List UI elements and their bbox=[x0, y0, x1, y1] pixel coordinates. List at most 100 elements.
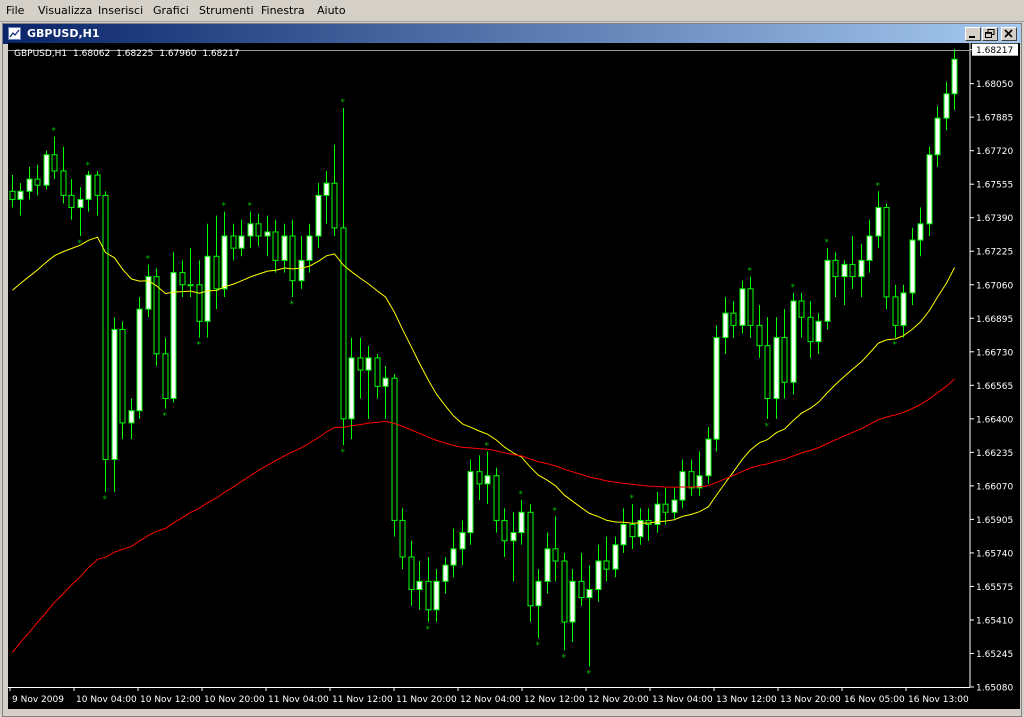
candle-body bbox=[552, 548, 559, 562]
ohlc-high: 1.68225 bbox=[116, 49, 154, 59]
candle-body bbox=[603, 560, 610, 570]
menu-grafici[interactable]: Grafici bbox=[153, 4, 189, 18]
menu-aiuto[interactable]: Aiuto bbox=[317, 4, 346, 18]
candle-body bbox=[323, 182, 330, 196]
candle-body bbox=[612, 544, 619, 570]
candle-body bbox=[281, 235, 288, 261]
menu-file[interactable]: File bbox=[6, 4, 24, 18]
y-tick-label: 1.67885 bbox=[976, 114, 1013, 124]
candle-body bbox=[662, 503, 669, 513]
candle-body bbox=[315, 194, 322, 237]
restore-button[interactable] bbox=[982, 27, 998, 41]
candle-body bbox=[484, 475, 491, 485]
candle-body bbox=[459, 532, 466, 550]
candle-body bbox=[578, 580, 585, 599]
fractal-up-marker: * bbox=[146, 254, 151, 264]
candle-body bbox=[450, 548, 457, 566]
y-tick-label: 1.65080 bbox=[976, 684, 1013, 694]
candle-body bbox=[951, 58, 958, 95]
ohlc-open: 1.68062 bbox=[73, 49, 111, 59]
price-chart[interactable]: 1.68217 1.68050 1.67885 1.67720 1.67555 1.673… bbox=[8, 43, 1020, 709]
candle-body bbox=[221, 235, 228, 290]
candle-body bbox=[892, 296, 899, 326]
candle-body bbox=[399, 519, 406, 558]
y-tick-label: 1.66400 bbox=[976, 415, 1013, 425]
candle-body bbox=[620, 523, 627, 546]
x-tick-label: 11 Nov 04:00 bbox=[268, 695, 329, 705]
candle-body bbox=[238, 235, 245, 249]
candle-body bbox=[331, 182, 338, 229]
candle-body bbox=[535, 580, 542, 607]
fractal-down-marker: * bbox=[765, 422, 770, 432]
candle-body bbox=[196, 284, 203, 322]
candle-body bbox=[306, 235, 313, 261]
candle-body bbox=[255, 223, 262, 237]
x-tick-label: 13 Nov 12:00 bbox=[716, 695, 777, 705]
y-tick-label: 1.65905 bbox=[976, 516, 1013, 526]
candle-body bbox=[408, 556, 415, 590]
candle-body bbox=[722, 312, 729, 339]
candle-body bbox=[357, 357, 364, 371]
candle-body bbox=[790, 300, 797, 383]
candle-body bbox=[561, 560, 568, 623]
window-titlebar[interactable]: GBPUSD,H1 bbox=[3, 24, 1021, 44]
candle-body bbox=[94, 174, 101, 196]
candle-body bbox=[544, 548, 551, 582]
menu-inserisci[interactable]: Inserisci bbox=[98, 4, 143, 18]
fractal-up-marker: * bbox=[876, 181, 881, 191]
y-tick-label: 1.67060 bbox=[976, 281, 1013, 291]
candle-body bbox=[17, 190, 24, 200]
candle-body bbox=[705, 438, 712, 477]
menu-finestra[interactable]: Finestra bbox=[261, 4, 305, 18]
ohlc-close: 1.68217 bbox=[202, 49, 240, 59]
y-tick-label: 1.67555 bbox=[976, 181, 1013, 191]
fractal-down-marker: * bbox=[290, 300, 295, 310]
x-tick-label: 10 Nov 12:00 bbox=[140, 695, 201, 705]
candle-body bbox=[43, 154, 50, 186]
fractal-up-marker: * bbox=[791, 283, 796, 293]
candle-body bbox=[128, 410, 135, 424]
candle-body bbox=[934, 117, 941, 156]
candle-body bbox=[391, 377, 398, 521]
candle-body bbox=[433, 580, 440, 611]
candle-body bbox=[9, 190, 16, 200]
candle-body bbox=[119, 328, 126, 424]
candle-body bbox=[272, 231, 279, 261]
menu-strumenti[interactable]: Strumenti bbox=[199, 4, 254, 18]
y-tick-label: 1.68217 bbox=[976, 46, 1013, 56]
fractal-up-marker: * bbox=[630, 494, 635, 504]
chart-area[interactable]: 1.68217 1.68050 1.67885 1.67720 1.67555 1.673… bbox=[8, 43, 1020, 709]
menu-visualizza[interactable]: Visualizza bbox=[38, 4, 92, 18]
x-tick-label: 10 Nov 04:00 bbox=[76, 695, 137, 705]
candle-body bbox=[60, 170, 67, 196]
candle-body bbox=[264, 231, 271, 237]
candle-body bbox=[518, 511, 525, 534]
minimize-button[interactable] bbox=[965, 27, 981, 41]
y-tick-label: 1.66070 bbox=[976, 482, 1013, 492]
y-tick-label: 1.67390 bbox=[976, 214, 1013, 224]
candle-body bbox=[102, 194, 109, 460]
candle-body bbox=[493, 475, 500, 521]
candle-body bbox=[170, 272, 177, 400]
y-tick-label: 1.65575 bbox=[976, 583, 1013, 593]
candle-body bbox=[943, 93, 950, 119]
close-icon bbox=[1004, 29, 1013, 38]
candle-body bbox=[569, 580, 576, 623]
y-tick-label: 1.65410 bbox=[976, 616, 1013, 626]
x-tick-label: 16 Nov 05:00 bbox=[844, 695, 905, 705]
close-button[interactable] bbox=[1001, 27, 1017, 41]
menu-bar: File Visualizza Inserisci Grafici Strume… bbox=[0, 0, 1024, 22]
candle-body bbox=[629, 523, 636, 538]
window-title: GBPUSD,H1 bbox=[27, 27, 100, 40]
fractal-down-marker: * bbox=[893, 341, 898, 351]
candle-body bbox=[773, 337, 780, 400]
candle-body bbox=[671, 499, 678, 513]
candle-body bbox=[467, 471, 474, 534]
candle-body bbox=[111, 328, 118, 460]
fractal-down-marker: * bbox=[103, 495, 108, 505]
y-tick-label: 1.67720 bbox=[976, 147, 1013, 157]
candle-body bbox=[179, 272, 186, 286]
fractal-up-marker: * bbox=[52, 126, 57, 136]
fractal-down-marker: * bbox=[341, 448, 346, 458]
fractal-up-marker: * bbox=[519, 490, 524, 500]
